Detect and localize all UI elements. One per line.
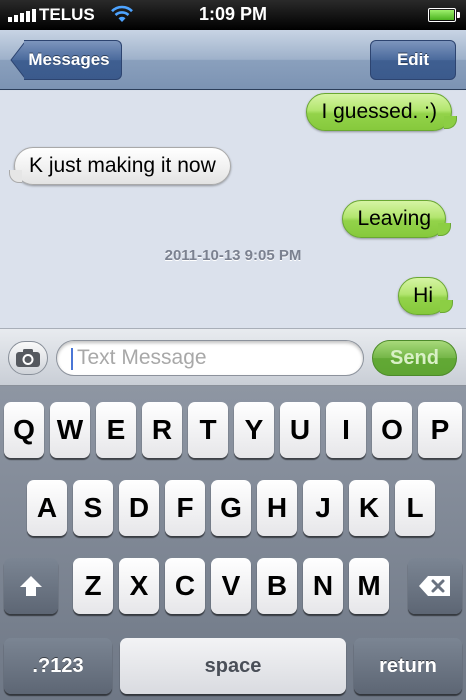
key-k[interactable]: K bbox=[349, 480, 389, 536]
delete-key[interactable] bbox=[408, 558, 462, 614]
key-g[interactable]: G bbox=[211, 480, 251, 536]
key-o[interactable]: O bbox=[372, 402, 412, 458]
message-input-bar: Send bbox=[0, 328, 466, 386]
battery-level bbox=[430, 10, 454, 20]
messages-back-button[interactable]: Messages bbox=[10, 40, 122, 80]
return-key[interactable]: return bbox=[354, 638, 462, 694]
status-bar: TELUS 1:09 PM bbox=[0, 0, 466, 30]
key-x[interactable]: X bbox=[119, 558, 159, 614]
edit-button[interactable]: Edit bbox=[370, 40, 456, 80]
camera-button[interactable] bbox=[8, 341, 48, 375]
key-r[interactable]: R bbox=[142, 402, 182, 458]
text-message-input[interactable] bbox=[77, 342, 357, 374]
key-t[interactable]: T bbox=[188, 402, 228, 458]
key-b[interactable]: B bbox=[257, 558, 297, 614]
backspace-icon bbox=[419, 576, 450, 596]
key-s[interactable]: S bbox=[73, 480, 113, 536]
message-bubble-outgoing[interactable]: Hi bbox=[398, 277, 453, 315]
shift-arrow-icon bbox=[20, 576, 42, 596]
key-u[interactable]: U bbox=[280, 402, 320, 458]
key-f[interactable]: F bbox=[165, 480, 205, 536]
key-h[interactable]: H bbox=[257, 480, 297, 536]
shift-key[interactable] bbox=[4, 558, 58, 614]
camera-icon bbox=[16, 349, 40, 367]
key-m[interactable]: M bbox=[349, 558, 389, 614]
message-bubble-outgoing[interactable]: Leaving bbox=[342, 200, 451, 238]
status-time: 1:09 PM bbox=[198, 4, 268, 24]
text-cursor bbox=[71, 348, 73, 370]
key-d[interactable]: D bbox=[119, 480, 159, 536]
key-a[interactable]: A bbox=[27, 480, 67, 536]
numbers-key[interactable]: .?123 bbox=[4, 638, 112, 694]
key-c[interactable]: C bbox=[165, 558, 205, 614]
space-key[interactable]: space bbox=[120, 638, 346, 694]
nav-bar: Messages Edit bbox=[0, 30, 466, 90]
key-i[interactable]: I bbox=[326, 402, 366, 458]
send-button[interactable]: Send bbox=[372, 340, 457, 376]
key-l[interactable]: L bbox=[395, 480, 435, 536]
key-e[interactable]: E bbox=[96, 402, 136, 458]
key-p[interactable]: P bbox=[418, 402, 462, 458]
key-z[interactable]: Z bbox=[73, 558, 113, 614]
key-w[interactable]: W bbox=[50, 402, 90, 458]
keyboard: Q W E R T Y U I O P A S D F G H J K L Z … bbox=[0, 386, 466, 700]
message-bubble-incoming[interactable]: K just making it now bbox=[9, 147, 231, 185]
key-j[interactable]: J bbox=[303, 480, 343, 536]
text-message-field[interactable] bbox=[56, 340, 364, 376]
message-timestamp: 2011-10-13 9:05 PM bbox=[164, 247, 302, 264]
conversation-view[interactable]: I guessed. :) K just making it now Leavi… bbox=[0, 91, 466, 328]
back-button-label: Messages bbox=[28, 50, 110, 69]
key-n[interactable]: N bbox=[303, 558, 343, 614]
key-q[interactable]: Q bbox=[4, 402, 44, 458]
key-y[interactable]: Y bbox=[234, 402, 274, 458]
message-bubble-outgoing[interactable]: I guessed. :) bbox=[306, 93, 457, 131]
key-v[interactable]: V bbox=[211, 558, 251, 614]
battery-icon bbox=[428, 8, 460, 22]
